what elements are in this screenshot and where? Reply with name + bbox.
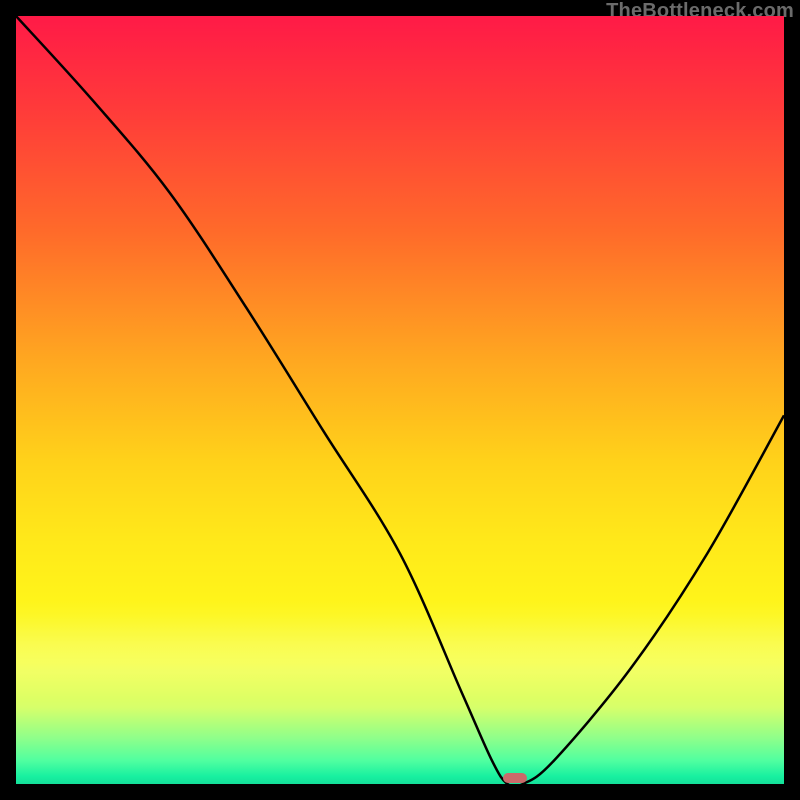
curve-path [16, 16, 784, 784]
bottleneck-curve [16, 16, 784, 784]
plot-area [16, 16, 784, 784]
chart-frame: TheBottleneck.com [0, 0, 800, 800]
optimum-marker [503, 773, 527, 783]
